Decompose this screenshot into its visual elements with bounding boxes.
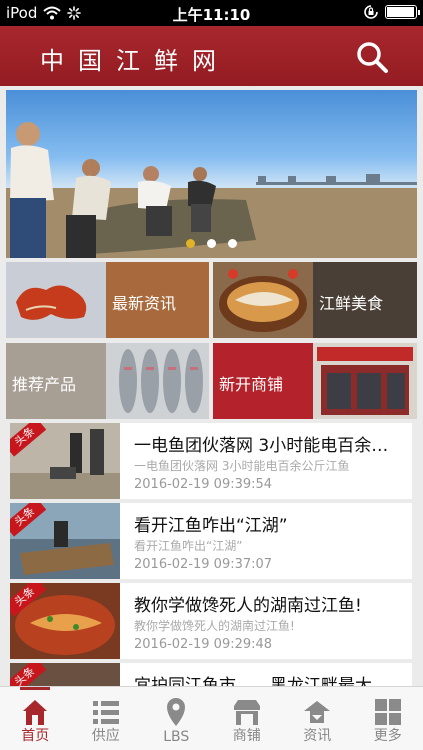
category-river-food[interactable]: 江鲜美食	[213, 262, 417, 338]
tab-label: 资讯	[303, 728, 332, 744]
battery-level	[387, 7, 414, 17]
news-title: 教你学做馋死人的湖南过江鱼!	[134, 596, 362, 616]
news-summary: 一电鱼团伙落网 3小时能电百余公斤江鱼	[134, 459, 350, 473]
tab-news[interactable]: 资讯	[282, 687, 353, 750]
tab-label: 供应	[91, 728, 120, 744]
tab-more[interactable]: 更多	[353, 687, 423, 750]
tab-label: 商铺	[232, 728, 261, 744]
tile-label: 推荐产品	[12, 375, 77, 394]
tile-label: 最新资讯	[112, 294, 177, 313]
news-summary: 教你学做馋死人的湖南过江鱼!	[134, 619, 295, 633]
category-new-shops[interactable]: 新开商铺	[213, 343, 417, 419]
tile-label: 新开商铺	[219, 375, 284, 394]
carousel-dots	[6, 239, 417, 248]
tab-label: 更多	[373, 728, 402, 744]
carousel-dot[interactable]	[228, 239, 237, 248]
tab-label: LBS	[163, 729, 190, 745]
news-item[interactable]: 头条 教你学做馋死人的湖南过江鱼! 教你学做馋死人的湖南过江鱼! 2016-02…	[10, 583, 412, 659]
category-latest-news[interactable]: 最新资讯	[6, 262, 209, 338]
app-header: 中国江鲜网	[0, 26, 423, 86]
search-icon[interactable]	[355, 40, 389, 74]
carousel-dot[interactable]	[186, 239, 195, 248]
bottom-tab-bar: 首页 供应 LBS 商铺 资讯 更多	[0, 686, 423, 750]
banner-carousel[interactable]	[6, 90, 417, 258]
tile-label: 江鲜美食	[319, 294, 384, 313]
status-right	[363, 4, 420, 20]
tile-image-shop	[313, 343, 417, 419]
carousel-dot[interactable]	[207, 239, 216, 248]
news-item[interactable]: 头条 一电鱼团伙落网 3小时能电百余… 一电鱼团伙落网 3小时能电百余公斤江鱼 …	[10, 423, 412, 499]
status-bar: iPod 上午11:10	[0, 0, 423, 26]
battery-icon	[385, 5, 420, 19]
rotation-lock-icon	[364, 5, 378, 19]
tab-label: 首页	[21, 728, 50, 744]
app-title: 中国江鲜网	[40, 47, 230, 75]
news-date: 2016-02-19 09:39:54	[134, 477, 273, 492]
news-item[interactable]: 头条 看开江鱼咋出“江湖” 看开江鱼咋出“江湖” 2016-02-19 09:3…	[10, 503, 412, 579]
category-recommended-products[interactable]: 推荐产品	[6, 343, 209, 419]
tile-image-dish	[213, 262, 313, 338]
status-time: 上午11:10	[172, 6, 251, 24]
tile-image-fish	[106, 343, 209, 419]
tile-image-map	[6, 262, 106, 338]
news-title: 看开江鱼咋出“江湖”	[134, 516, 288, 536]
tab-shops[interactable]: 商铺	[212, 687, 283, 750]
banner-image	[6, 122, 417, 258]
news-title: 一电鱼团伙落网 3小时能电百余…	[134, 436, 389, 456]
tab-lbs[interactable]: LBS	[141, 687, 212, 750]
news-date: 2016-02-19 09:37:07	[134, 557, 273, 572]
shop-icon	[233, 700, 260, 725]
tab-supply[interactable]: 供应	[71, 687, 142, 750]
news-summary: 看开江鱼咋出“江湖”	[134, 539, 243, 553]
news-plane-icon	[304, 701, 331, 723]
location-pin-icon	[167, 698, 186, 726]
home-icon	[23, 700, 48, 725]
list-icon	[92, 701, 119, 724]
grid-icon	[374, 699, 401, 725]
tab-home[interactable]: 首页	[0, 687, 71, 750]
news-date: 2016-02-19 09:29:48	[134, 637, 273, 652]
